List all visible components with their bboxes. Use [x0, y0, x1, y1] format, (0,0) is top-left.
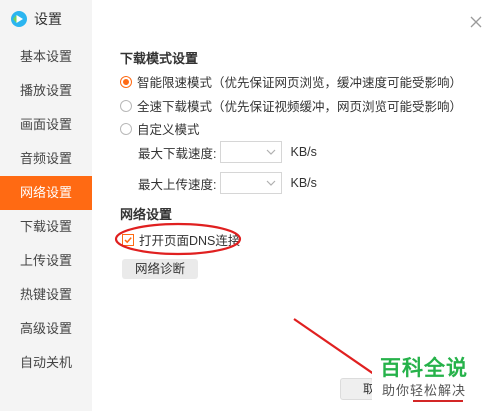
- sidebar-item-auto-shutdown[interactable]: 自动关机: [0, 346, 92, 380]
- window-title-bar: 设置: [10, 8, 62, 30]
- sidebar-item-hotkeys[interactable]: 热键设置: [0, 278, 92, 312]
- radio-label: 全速下载模式（优先保证视频缓冲，网页浏览可能受影响）: [137, 100, 463, 114]
- sidebar-item-audio[interactable]: 音频设置: [0, 142, 92, 176]
- radio-custom[interactable]: 自定义模式: [120, 119, 200, 138]
- sidebar-item-upload[interactable]: 上传设置: [0, 244, 92, 278]
- sidebar-item-download[interactable]: 下载设置: [0, 210, 92, 244]
- sidebar: 设置 基本设置 播放设置 画面设置 音频设置 网络设置 下载设置 上传设置 热键…: [0, 0, 92, 411]
- watermark-logo: 百科全说 助你轻松解决: [372, 350, 492, 402]
- radio-label: 智能限速模式（优先保证网页浏览，缓冲速度可能受影响）: [137, 76, 463, 90]
- sidebar-item-display[interactable]: 画面设置: [0, 108, 92, 142]
- max-download-select[interactable]: [220, 141, 283, 163]
- max-download-label: 最大下载速度:: [138, 146, 217, 161]
- max-download-unit: KB/s: [290, 145, 317, 159]
- network-diagnose-button[interactable]: 网络诊断: [122, 259, 198, 279]
- dns-checkbox-row[interactable]: 打开页面DNS连接: [122, 230, 240, 249]
- sidebar-item-playback[interactable]: 播放设置: [0, 74, 92, 108]
- sidebar-item-network[interactable]: 网络设置: [0, 176, 92, 210]
- max-upload-row: 最大上传速度: KB/s: [138, 172, 317, 194]
- download-mode-heading: 下载模式设置: [120, 51, 199, 66]
- radio-button[interactable]: [120, 122, 132, 135]
- max-upload-label: 最大上传速度:: [138, 177, 217, 192]
- dns-checkbox[interactable]: [122, 233, 134, 246]
- chevron-down-icon: [267, 180, 276, 186]
- radio-label: 自定义模式: [137, 123, 200, 137]
- radio-button[interactable]: [120, 99, 132, 112]
- settings-window: 设置 基本设置 播放设置 画面设置 音频设置 网络设置 下载设置 上传设置 热键…: [0, 0, 500, 411]
- watermark-underline: [413, 400, 463, 402]
- window-title: 设置: [34, 11, 62, 27]
- sidebar-item-advanced[interactable]: 高级设置: [0, 312, 92, 346]
- watermark-subtitle: 助你轻松解决: [382, 383, 467, 398]
- max-download-row: 最大下载速度: KB/s: [138, 141, 317, 163]
- sidebar-item-basic[interactable]: 基本设置: [0, 40, 92, 74]
- dns-label: 打开页面DNS连接: [139, 234, 241, 248]
- max-upload-unit: KB/s: [290, 176, 317, 190]
- app-logo-icon: [11, 11, 27, 27]
- chevron-down-icon: [267, 149, 276, 155]
- watermark-title: 百科全说: [380, 357, 468, 380]
- radio-full-speed[interactable]: 全速下载模式（优先保证视频缓冲，网页浏览可能受影响）: [120, 96, 462, 115]
- max-upload-select[interactable]: [220, 172, 283, 194]
- check-icon: [124, 236, 132, 243]
- close-icon[interactable]: [468, 14, 484, 30]
- radio-button-checked[interactable]: [120, 75, 132, 88]
- network-heading: 网络设置: [120, 207, 173, 222]
- radio-smart-limit[interactable]: 智能限速模式（优先保证网页浏览，缓冲速度可能受影响）: [120, 72, 462, 91]
